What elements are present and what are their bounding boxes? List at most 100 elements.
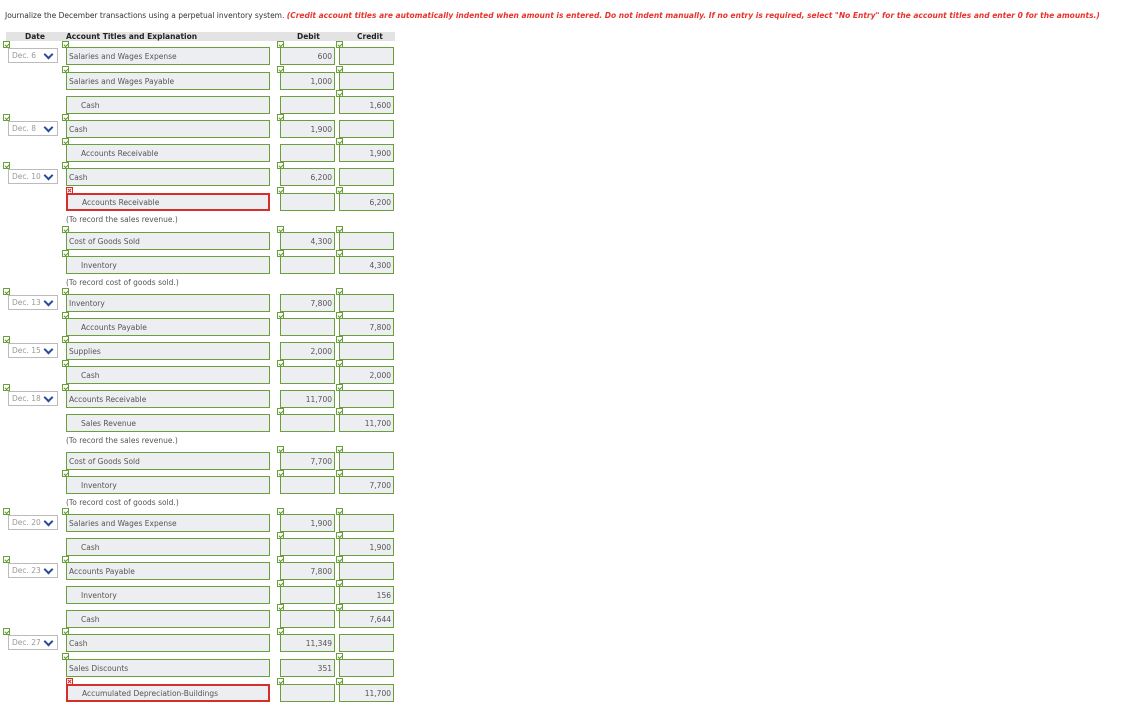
check-icon bbox=[3, 162, 10, 169]
account-field[interactable]: Sales Discounts bbox=[66, 659, 270, 677]
account-field[interactable]: Supplies bbox=[66, 342, 270, 360]
debit-field[interactable]: 11,349 bbox=[280, 634, 335, 652]
debit-field[interactable]: 1,000 bbox=[280, 72, 335, 90]
date-select[interactable]: Dec. 13 bbox=[8, 295, 58, 310]
account-field[interactable]: Accounts Payable bbox=[66, 562, 270, 580]
header-debit: Debit bbox=[297, 32, 320, 41]
account-field[interactable]: Cash bbox=[66, 120, 270, 138]
debit-field[interactable] bbox=[280, 586, 335, 604]
account-field[interactable]: Inventory bbox=[66, 294, 270, 312]
account-field[interactable]: Cost of Goods Sold bbox=[66, 232, 270, 250]
debit-field[interactable]: 1,900 bbox=[280, 514, 335, 532]
account-field[interactable]: Cash bbox=[66, 538, 270, 556]
instructions-note: (Credit account titles are automatically… bbox=[286, 11, 1100, 20]
date-select[interactable]: Dec. 23 bbox=[8, 563, 58, 578]
credit-field[interactable] bbox=[339, 342, 394, 360]
check-icon bbox=[3, 556, 10, 563]
date-select[interactable]: Dec. 8 bbox=[8, 121, 58, 136]
credit-field[interactable]: 11,700 bbox=[339, 414, 394, 432]
date-select[interactable]: Dec. 6 bbox=[8, 48, 58, 63]
date-select[interactable]: Dec. 27 bbox=[8, 635, 58, 650]
account-field[interactable]: Salaries and Wages Payable bbox=[66, 72, 270, 90]
debit-field[interactable]: 7,700 bbox=[280, 452, 335, 470]
account-field[interactable]: Inventory bbox=[66, 476, 270, 494]
debit-field[interactable] bbox=[280, 318, 335, 336]
account-field[interactable]: Salaries and Wages Expense bbox=[66, 47, 270, 65]
check-icon bbox=[3, 384, 10, 391]
account-field[interactable]: Cash bbox=[66, 366, 270, 384]
debit-field[interactable] bbox=[280, 414, 335, 432]
chevron-down-icon bbox=[43, 344, 54, 355]
debit-field[interactable]: 2,000 bbox=[280, 342, 335, 360]
check-icon bbox=[3, 628, 10, 635]
credit-field[interactable] bbox=[339, 634, 394, 652]
credit-field[interactable] bbox=[339, 659, 394, 677]
credit-field[interactable]: 4,300 bbox=[339, 256, 394, 274]
date-select[interactable]: Dec. 18 bbox=[8, 391, 58, 406]
explanation-text: (To record cost of goods sold.) bbox=[66, 498, 179, 507]
debit-field[interactable] bbox=[280, 96, 335, 114]
account-field[interactable]: Cash bbox=[66, 96, 270, 114]
account-field[interactable]: Accounts Receivable bbox=[66, 193, 270, 211]
credit-field[interactable]: 11,700 bbox=[339, 684, 394, 702]
debit-field[interactable] bbox=[280, 538, 335, 556]
credit-field[interactable] bbox=[339, 120, 394, 138]
debit-field[interactable] bbox=[280, 476, 335, 494]
account-field[interactable]: Accumulated Depreciation-Buildings bbox=[66, 684, 270, 702]
credit-field[interactable] bbox=[339, 390, 394, 408]
debit-field[interactable]: 1,900 bbox=[280, 120, 335, 138]
credit-field[interactable] bbox=[339, 514, 394, 532]
debit-field[interactable]: 6,200 bbox=[280, 168, 335, 186]
debit-field[interactable] bbox=[280, 610, 335, 628]
account-field[interactable]: Accounts Receivable bbox=[66, 390, 270, 408]
account-field[interactable]: Cost of Goods Sold bbox=[66, 452, 270, 470]
credit-field[interactable] bbox=[339, 168, 394, 186]
date-select[interactable]: Dec. 20 bbox=[8, 515, 58, 530]
debit-field[interactable]: 351 bbox=[280, 659, 335, 677]
credit-field[interactable]: 7,644 bbox=[339, 610, 394, 628]
account-field[interactable]: Inventory bbox=[66, 256, 270, 274]
account-field[interactable]: Inventory bbox=[66, 586, 270, 604]
debit-field[interactable]: 11,700 bbox=[280, 390, 335, 408]
credit-field[interactable]: 7,700 bbox=[339, 476, 394, 494]
check-icon bbox=[3, 41, 10, 48]
instructions-main: Journalize the December transactions usi… bbox=[5, 11, 285, 20]
debit-field[interactable] bbox=[280, 256, 335, 274]
credit-field[interactable]: 1,900 bbox=[339, 538, 394, 556]
check-icon bbox=[3, 336, 10, 343]
check-icon bbox=[3, 114, 10, 121]
date-select[interactable]: Dec. 10 bbox=[8, 169, 58, 184]
debit-field[interactable] bbox=[280, 366, 335, 384]
debit-field[interactable] bbox=[280, 193, 335, 211]
debit-field[interactable]: 4,300 bbox=[280, 232, 335, 250]
debit-field[interactable]: 7,800 bbox=[280, 562, 335, 580]
account-field[interactable]: Cash bbox=[66, 610, 270, 628]
account-field[interactable]: Sales Revenue bbox=[66, 414, 270, 432]
debit-field[interactable]: 600 bbox=[280, 47, 335, 65]
debit-field[interactable]: 7,800 bbox=[280, 294, 335, 312]
debit-field[interactable] bbox=[280, 684, 335, 702]
debit-field[interactable] bbox=[280, 144, 335, 162]
account-field[interactable]: Cash bbox=[66, 168, 270, 186]
credit-field[interactable]: 156 bbox=[339, 586, 394, 604]
chevron-down-icon bbox=[43, 49, 54, 60]
account-field[interactable]: Salaries and Wages Expense bbox=[66, 514, 270, 532]
credit-field[interactable] bbox=[339, 294, 394, 312]
credit-field[interactable] bbox=[339, 47, 394, 65]
account-field[interactable]: Cash bbox=[66, 634, 270, 652]
header-date: Date bbox=[25, 32, 45, 41]
credit-field[interactable] bbox=[339, 232, 394, 250]
header-credit: Credit bbox=[357, 32, 383, 41]
account-field[interactable]: Accounts Receivable bbox=[66, 144, 270, 162]
credit-field[interactable] bbox=[339, 452, 394, 470]
credit-field[interactable] bbox=[339, 562, 394, 580]
account-field[interactable]: Accounts Payable bbox=[66, 318, 270, 336]
explanation-text: (To record cost of goods sold.) bbox=[66, 278, 179, 287]
credit-field[interactable] bbox=[339, 72, 394, 90]
credit-field[interactable]: 1,900 bbox=[339, 144, 394, 162]
credit-field[interactable]: 2,000 bbox=[339, 366, 394, 384]
credit-field[interactable]: 1,600 bbox=[339, 96, 394, 114]
credit-field[interactable]: 7,800 bbox=[339, 318, 394, 336]
date-select[interactable]: Dec. 15 bbox=[8, 343, 58, 358]
credit-field[interactable]: 6,200 bbox=[339, 193, 394, 211]
